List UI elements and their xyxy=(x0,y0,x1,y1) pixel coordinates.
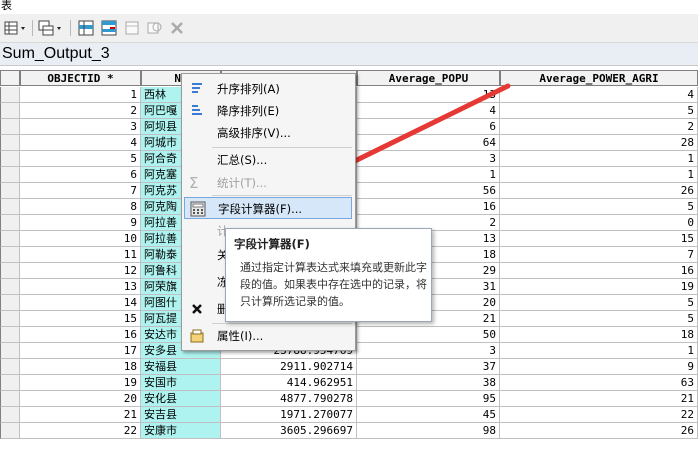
menu-label: 字段计算器(F)... xyxy=(218,202,303,216)
menu-item-field-calculator[interactable]: 字段计算器(F)... xyxy=(184,197,352,219)
menu-label: 属性(I)... xyxy=(217,329,264,343)
sigma-icon: Σ xyxy=(189,174,199,192)
tooltip-body: 通过指定计算表达式来填充或更新此字段的值。如果表中存在选中的记录，将只计算所选记… xyxy=(240,261,427,308)
menu-item-properties[interactable]: 属性(I)... xyxy=(184,325,352,347)
menu-item-summarize[interactable]: 汇总(S)... xyxy=(184,149,352,171)
sort-descending-icon xyxy=(189,103,205,119)
menu-label: 升序排列(A) xyxy=(217,82,280,96)
sort-ascending-icon xyxy=(189,81,205,97)
menu-item-sort-ascending[interactable]: 升序排列(A) xyxy=(184,78,352,100)
field-calculator-icon xyxy=(190,201,206,217)
menu-separator xyxy=(212,195,352,196)
menu-label: 汇总(S)... xyxy=(217,153,268,167)
field-calculator-tooltip: 字段计算器(F) 通过指定计算表达式来填充或更新此字段的值。如果表中存在选中的记… xyxy=(225,228,432,322)
menu-label: 统计(T)... xyxy=(217,176,267,190)
menu-label: 降序排列(E) xyxy=(217,104,280,118)
tooltip-title: 字段计算器(F) xyxy=(234,237,310,251)
menu-item-advanced-sort[interactable]: 高级排序(V)... xyxy=(184,122,352,144)
menu-label: 高级排序(V)... xyxy=(217,126,291,140)
menu-item-sort-descending[interactable]: 降序排列(E) xyxy=(184,100,352,122)
menu-item-statistics[interactable]: Σ 统计(T)... xyxy=(184,172,352,194)
properties-icon xyxy=(189,328,205,344)
menu-separator xyxy=(212,147,352,148)
delete-icon xyxy=(189,301,205,317)
menu-separator xyxy=(212,323,352,324)
